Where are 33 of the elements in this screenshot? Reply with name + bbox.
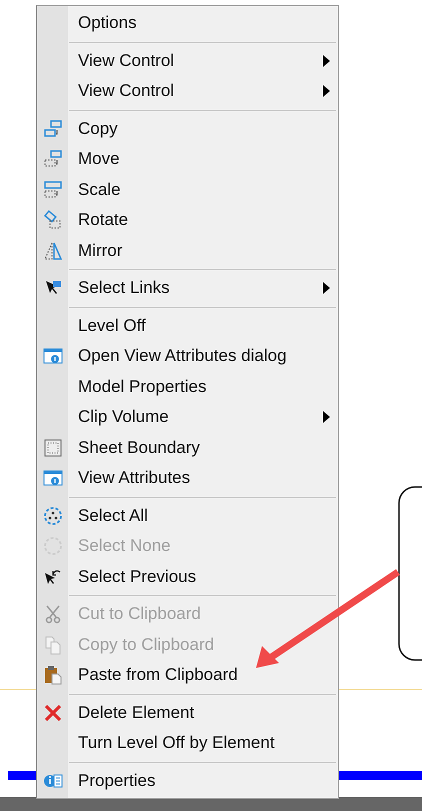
menu-item[interactable]: Properties bbox=[37, 766, 338, 796]
menu-item[interactable]: Open View Attributes dialog bbox=[37, 341, 338, 372]
clipboard-icon bbox=[42, 665, 62, 686]
menu-item[interactable]: Select Links bbox=[37, 273, 338, 304]
menu-item[interactable]: Delete Element bbox=[37, 698, 338, 728]
menu-item[interactable]: Select Previous bbox=[37, 562, 338, 592]
mirror-icon bbox=[42, 240, 62, 261]
window-info-icon bbox=[42, 346, 62, 366]
delete-icon bbox=[42, 702, 62, 723]
menu-header: Options bbox=[77, 12, 138, 34]
copy-icon bbox=[42, 118, 62, 139]
menu-item[interactable]: Move bbox=[37, 144, 338, 174]
pages-icon bbox=[42, 634, 62, 655]
menu-item[interactable]: View Attributes bbox=[37, 463, 338, 494]
menu-item[interactable]: Mirror bbox=[37, 236, 338, 266]
menu-item[interactable]: View Control bbox=[37, 46, 338, 76]
menu-item[interactable]: Select All bbox=[37, 500, 338, 531]
menu-item[interactable]: View Control bbox=[37, 76, 338, 106]
scale-icon bbox=[42, 180, 62, 200]
sheet-icon bbox=[42, 438, 62, 458]
select-all-icon bbox=[42, 506, 62, 526]
move-icon bbox=[42, 149, 62, 170]
menu-item[interactable]: Paste from Clipboard bbox=[37, 660, 338, 690]
menu-item[interactable]: Level Off bbox=[37, 310, 338, 341]
menu-item[interactable]: Scale bbox=[37, 174, 338, 205]
window-info-icon bbox=[42, 468, 62, 488]
menu-item[interactable]: Copy bbox=[37, 114, 338, 144]
menu-item[interactable]: Clip Volume bbox=[37, 402, 338, 432]
menu-item[interactable]: Rotate bbox=[37, 205, 338, 236]
menu-item[interactable]: Sheet Boundary bbox=[37, 432, 338, 463]
menu-item[interactable]: Model Properties bbox=[37, 372, 338, 402]
menu-item[interactable]: Turn Level Off by Element bbox=[37, 728, 338, 758]
rotate-icon bbox=[42, 210, 62, 230]
